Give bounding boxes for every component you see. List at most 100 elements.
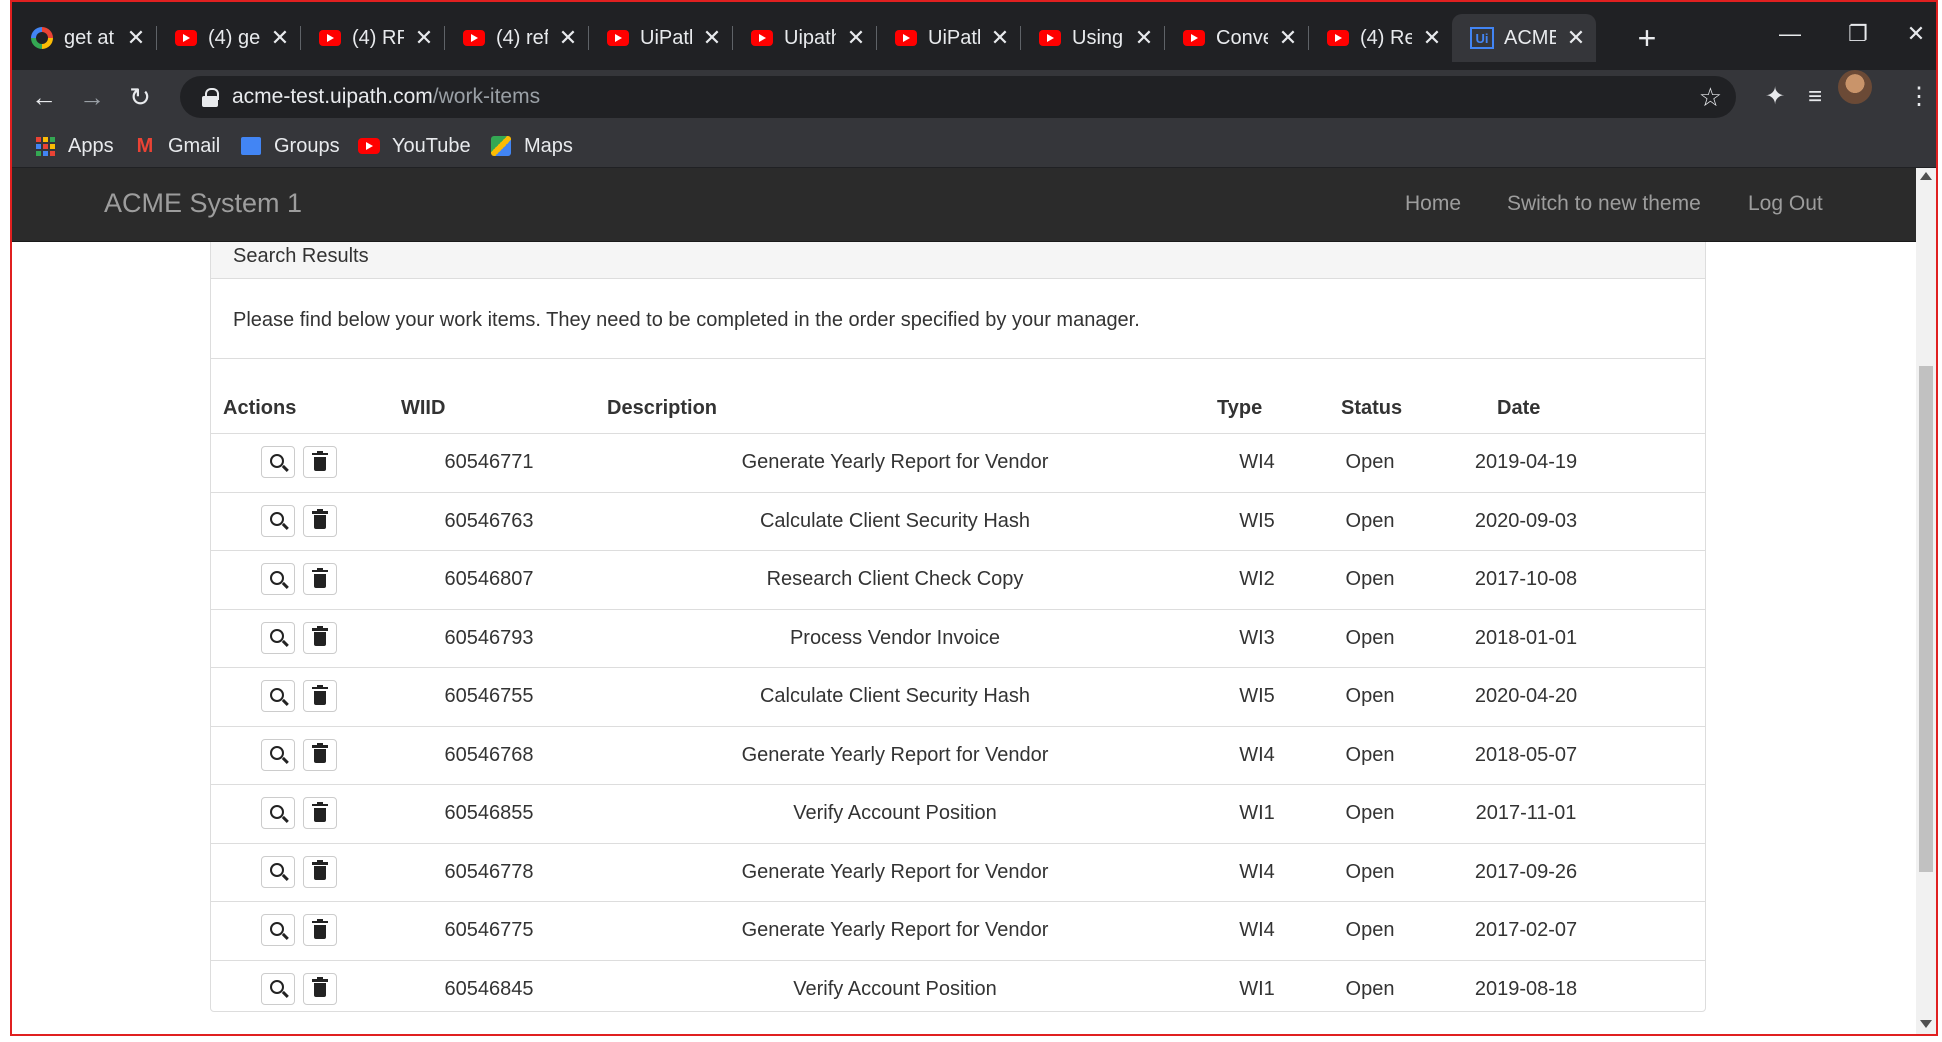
cell-date: 2017-02-07	[1474, 919, 1578, 941]
browser-tab[interactable]: Using ✕	[1020, 14, 1164, 62]
media-queue-icon[interactable]: ≡	[1798, 82, 1832, 112]
col-header-description: Description	[607, 397, 718, 419]
youtube-icon	[894, 26, 918, 50]
page-scrollbar[interactable]	[1916, 168, 1936, 1034]
close-tab-icon[interactable]: ✕	[1420, 25, 1444, 50]
extensions-icon[interactable]: ✦	[1758, 82, 1792, 112]
bookmark-groups[interactable]: Groups	[240, 132, 340, 160]
bookmark-youtube[interactable]: YouTube	[358, 132, 471, 160]
browser-tab[interactable]: (4) ge ✕	[156, 14, 300, 62]
youtube-icon	[174, 26, 198, 50]
tab-title: Using	[1072, 26, 1124, 49]
cell-date: 2018-01-01	[1474, 626, 1578, 649]
table-row: 60546778 Generate Yearly Report for Vendo…	[211, 842, 1705, 901]
browser-tab[interactable]: (4) ref ✕	[444, 14, 588, 62]
table-divider	[211, 358, 1705, 359]
cell-wiid: 60546755	[444, 685, 534, 707]
table-row: 60546771 Generate Yearly Report for Vendo…	[211, 433, 1705, 491]
tab-title: UiPath	[928, 26, 980, 49]
cell-description: Verify Account Position	[793, 802, 997, 824]
browser-tab[interactable]: (4) Re ✕	[1308, 14, 1452, 62]
scrollbar-thumb[interactable]	[1919, 366, 1933, 872]
browser-toolbar: ← → ↻ acme-test.uipath.com/work-items ☆ …	[12, 70, 1936, 124]
close-tab-icon[interactable]: ✕	[844, 25, 868, 50]
browser-tab[interactable]: get at ✕	[12, 14, 156, 62]
address-bar[interactable]: acme-test.uipath.com/work-items ☆	[180, 76, 1736, 118]
browser-tab[interactable]: UiPath ✕	[588, 14, 732, 62]
cell-description: Generate Yearly Report for Vendor	[741, 451, 1049, 473]
close-tab-icon[interactable]: ✕	[268, 25, 292, 50]
search-icon	[269, 980, 284, 994]
cell-wiid: 60546771	[444, 451, 534, 473]
youtube-icon	[318, 26, 342, 50]
youtube-icon	[462, 26, 486, 50]
close-tab-icon[interactable]: ✕	[556, 25, 580, 50]
nav-home-link[interactable]: Home	[1405, 192, 1461, 216]
bookmark-maps[interactable]: Maps	[490, 132, 573, 160]
nav-logout-link[interactable]: Log Out	[1748, 192, 1823, 216]
tab-title: UiPath	[640, 26, 692, 49]
bookmark-star-icon[interactable]: ☆	[1699, 82, 1722, 113]
table-row: 60546755 Calculate Client Security Hash WI…	[211, 667, 1705, 725]
search-icon	[269, 687, 284, 702]
browser-tab[interactable]: (4) RP ✕	[300, 14, 444, 62]
close-tab-icon[interactable]: ✕	[1276, 25, 1300, 50]
close-tab-icon[interactable]: ✕	[1132, 25, 1156, 50]
search-icon	[269, 921, 284, 936]
reload-icon[interactable]: ↻	[122, 80, 158, 114]
scroll-down-arrow-icon[interactable]	[1920, 1020, 1932, 1028]
lock-icon[interactable]	[202, 88, 219, 107]
cell-wiid: 60546793	[444, 626, 534, 649]
panel-title: Search Results	[233, 245, 369, 267]
groups-icon	[240, 135, 262, 157]
uipath-icon: Ui	[1470, 26, 1494, 50]
bookmark-gmail[interactable]: M Gmail	[134, 132, 221, 160]
search-icon	[269, 453, 284, 468]
browser-tab[interactable]: UiPath ✕	[876, 14, 1020, 62]
cell-date: 2017-11-01	[1475, 802, 1577, 824]
nav-switch-theme-link[interactable]: Switch to new theme	[1507, 192, 1701, 216]
gmail-icon: M	[136, 134, 154, 157]
browser-tab[interactable]: Conve ✕	[1164, 14, 1308, 62]
new-tab-button[interactable]: +	[1632, 22, 1662, 54]
close-tab-icon[interactable]: ✕	[988, 25, 1012, 50]
restore-button[interactable]: ❐	[1838, 18, 1878, 50]
tab-title: (4) ref	[496, 26, 548, 49]
bookmarks-bar: Apps M Gmail Groups YouTube Maps	[12, 124, 1936, 168]
back-icon[interactable]: ←	[26, 80, 62, 114]
search-results-panel: Search Results Please find below your wo…	[210, 212, 1706, 1012]
close-tab-icon[interactable]: ✕	[412, 25, 436, 50]
table-row: 60546775 Generate Yearly Report for Vendo…	[211, 901, 1705, 959]
menu-kebab-icon[interactable]: ⋮	[1902, 82, 1936, 112]
cell-date: 2018-05-07	[1474, 743, 1578, 766]
cell-description: Research Client Check Copy	[766, 568, 1024, 590]
tab-title: Uipath	[784, 26, 836, 49]
profile-avatar[interactable]	[1838, 70, 1872, 104]
bookmark-label: Maps	[524, 134, 573, 157]
close-tab-icon[interactable]: ✕	[700, 25, 724, 50]
cell-description: Generate Yearly Report for Vendor	[741, 743, 1049, 766]
cell-date: 2020-04-20	[1474, 685, 1578, 707]
cell-date: 2019-04-19	[1474, 451, 1578, 473]
forward-icon[interactable]: →	[74, 80, 110, 114]
scroll-up-arrow-icon[interactable]	[1920, 172, 1932, 180]
tab-title: get at	[64, 26, 115, 49]
close-tab-icon[interactable]: ✕	[1564, 25, 1588, 50]
search-icon	[269, 512, 284, 526]
close-window-button[interactable]: ✕	[1896, 18, 1936, 50]
google-icon	[30, 26, 54, 50]
minimize-button[interactable]: —	[1770, 18, 1810, 50]
col-header-actions: Actions	[223, 397, 297, 419]
tab-title: Conve	[1216, 26, 1268, 49]
close-tab-icon[interactable]: ✕	[124, 25, 148, 50]
table-row: 60546807 Research Client Check Copy WI2 Ope…	[211, 550, 1705, 608]
app-brand[interactable]: ACME System 1	[104, 188, 302, 219]
cell-description: Process Vendor Invoice	[789, 626, 1001, 649]
browser-tab[interactable]: Ui ACME ✕	[1452, 14, 1596, 62]
browser-tab[interactable]: Uipath ✕	[732, 14, 876, 62]
bookmark-apps[interactable]: Apps	[34, 132, 114, 160]
col-header-wiid: WIID	[401, 397, 446, 419]
search-icon	[269, 570, 284, 585]
table-row: 60546763 Calculate Client Security Hash WI…	[211, 491, 1705, 550]
panel-intro-text: Please find below your work items. They …	[233, 309, 1140, 331]
